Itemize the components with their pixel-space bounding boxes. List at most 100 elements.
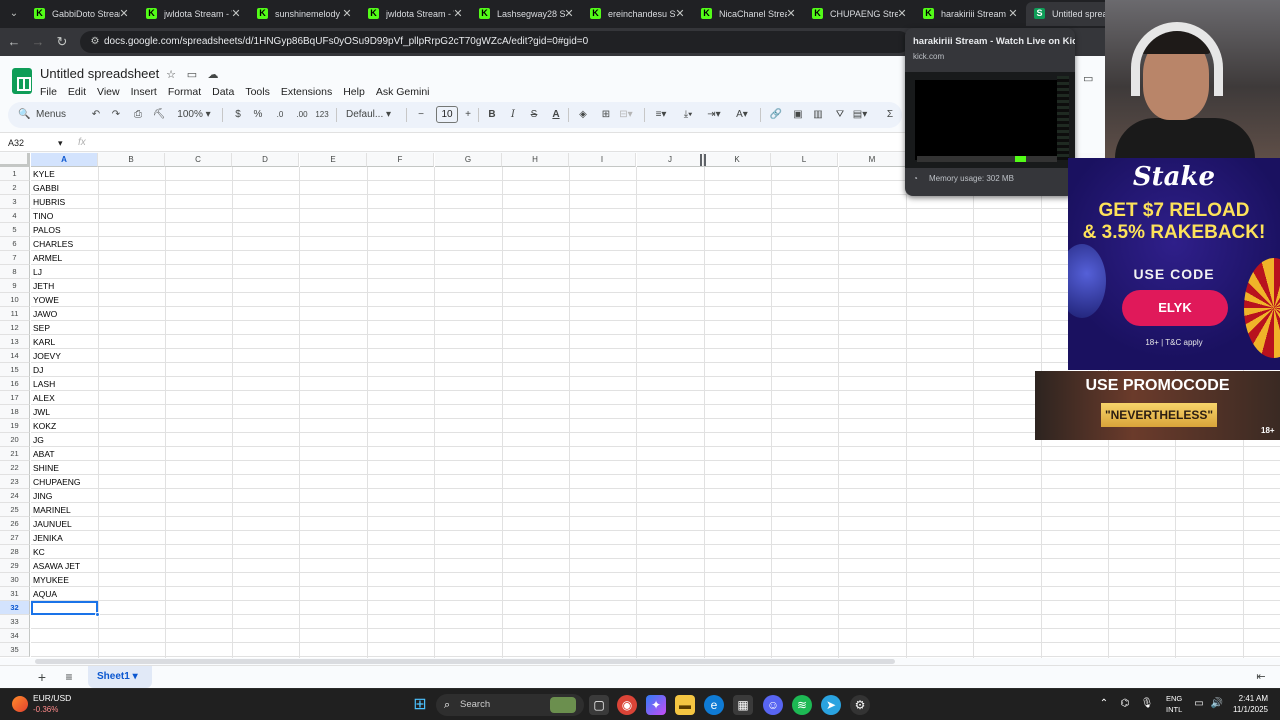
row-header[interactable]: 11 (0, 307, 30, 321)
windows-start-icon[interactable]: ⊞ (410, 695, 430, 715)
tab-search-icon[interactable]: ⌄ (6, 6, 22, 22)
insert-link-icon[interactable]: 🔗 (768, 106, 784, 124)
fx-pair-label[interactable]: EUR/USD (33, 693, 71, 703)
column-header[interactable]: H (502, 153, 569, 167)
cell-a[interactable]: TINO (31, 209, 98, 223)
insert-comment-icon[interactable]: ▣ (790, 106, 806, 124)
row-header[interactable]: 5 (0, 223, 30, 237)
cell-a[interactable]: PALOS (31, 223, 98, 237)
menu-item[interactable]: Tools (245, 83, 270, 101)
percent-format-button[interactable]: % (250, 106, 266, 124)
undo-icon[interactable]: ↶ (88, 106, 104, 124)
column-header[interactable]: A (31, 153, 98, 167)
row-header[interactable]: 18 (0, 405, 30, 419)
forward-icon[interactable]: → (30, 34, 46, 50)
clock-date[interactable]: 11/1/2025 (1226, 705, 1268, 714)
menu-item[interactable]: Ask Gemini (376, 83, 430, 101)
column-header[interactable]: J (637, 153, 704, 167)
row-header[interactable]: 35 (0, 643, 30, 657)
chrome-icon[interactable]: ◉ (617, 695, 637, 715)
cell-a[interactable]: LASH (31, 377, 98, 391)
column-header[interactable]: M (839, 153, 906, 167)
menu-item[interactable]: Insert (131, 83, 157, 101)
cell-a[interactable]: ASAWA JET (31, 559, 98, 573)
browser-tab[interactable]: Kjwldota Stream - W✕ (360, 2, 468, 26)
cell-a[interactable]: JAWO (31, 307, 98, 321)
increase-decimal-button[interactable]: .00 (294, 106, 310, 124)
borders-icon[interactable]: ⊞ (598, 106, 614, 124)
row-header[interactable]: 31 (0, 587, 30, 601)
row-header[interactable]: 1 (0, 167, 30, 181)
row-header[interactable]: 30 (0, 573, 30, 587)
fill-color-icon[interactable]: ◈ (575, 106, 591, 124)
row-header[interactable]: 2 (0, 181, 30, 195)
row-header[interactable]: 13 (0, 335, 30, 349)
column-header[interactable]: G (435, 153, 502, 167)
row-header[interactable]: 3 (0, 195, 30, 209)
italic-icon[interactable]: I (505, 106, 521, 124)
row-header[interactable]: 33 (0, 615, 30, 629)
network-icon[interactable]: ⌬ (1118, 697, 1132, 711)
row-header[interactable]: 22 (0, 461, 30, 475)
decrease-decimal-button[interactable]: .0 (272, 106, 288, 124)
row-header[interactable]: 25 (0, 503, 30, 517)
star-icon[interactable]: ☆ (164, 68, 178, 82)
column-header[interactable]: K (704, 153, 771, 167)
row-header[interactable]: 15 (0, 363, 30, 377)
paint-format-icon[interactable]: ⛏ (151, 106, 167, 124)
taskbar-search[interactable]: ⌕ Search (436, 694, 584, 716)
keyboard-layout-indicator[interactable]: INTL (1166, 705, 1182, 714)
browser-tab[interactable]: Kereinchandesu Str ✕ (582, 2, 690, 26)
reload-icon[interactable]: ↻ (54, 34, 70, 50)
cell-a[interactable]: LJ (31, 265, 98, 279)
vertical-align-icon[interactable]: ⤓▾ (680, 106, 696, 124)
text-wrap-icon[interactable]: ⇥▾ (706, 106, 722, 124)
row-header[interactable]: 6 (0, 237, 30, 251)
horizontal-align-icon[interactable]: ≡▾ (653, 106, 669, 124)
row-header[interactable]: 4 (0, 209, 30, 223)
name-box[interactable]: A32 ▾ (8, 133, 68, 153)
volume-icon[interactable]: 🔊 (1210, 697, 1224, 711)
currency-format-button[interactable]: $ (230, 106, 246, 124)
cell-a[interactable]: MYUKEE (31, 573, 98, 587)
tab-close-icon[interactable]: ✕ (674, 2, 686, 26)
column-header[interactable]: I (569, 153, 636, 167)
text-rotation-icon[interactable]: A▾ (734, 106, 750, 124)
cell-a[interactable]: YOWE (31, 293, 98, 307)
decrease-font-size-icon[interactable]: − (413, 106, 429, 124)
cell-a[interactable]: JING (31, 489, 98, 503)
back-icon[interactable]: ← (6, 34, 22, 50)
display-icon[interactable]: ▭ (1192, 697, 1206, 711)
row-header[interactable]: 9 (0, 279, 30, 293)
strikethrough-icon[interactable]: S (526, 106, 542, 124)
cell-a[interactable]: ABAT (31, 447, 98, 461)
row-header[interactable]: 26 (0, 517, 30, 531)
cell-a[interactable]: JG (31, 433, 98, 447)
cell-a[interactable]: CHUPAENG (31, 475, 98, 489)
column-header[interactable]: F (367, 153, 434, 167)
column-header[interactable]: L (771, 153, 838, 167)
functions-icon[interactable]: Σ (882, 106, 898, 124)
row-header[interactable]: 17 (0, 391, 30, 405)
cell-a[interactable]: CHARLES (31, 237, 98, 251)
explore-collapse-icon[interactable]: ⇤ (1254, 669, 1268, 685)
browser-tab[interactable]: K CHUPAENG Strea ✕ (804, 2, 912, 26)
row-header[interactable]: 29 (0, 559, 30, 573)
microphone-icon[interactable]: 🎙 (1140, 697, 1154, 711)
stock-widget-icon[interactable] (12, 696, 28, 712)
cell-a[interactable]: HUBRIS (31, 195, 98, 209)
tab-close-icon[interactable]: ✕ (785, 2, 797, 26)
row-header[interactable]: 8 (0, 265, 30, 279)
cell-a[interactable]: JAUNUEL (31, 517, 98, 531)
omnibox[interactable]: ⚙ docs.google.com/spreadsheets/d/1HNGyp8… (80, 31, 910, 53)
copilot-icon[interactable]: ✦ (646, 695, 666, 715)
cell-a[interactable]: JWL (31, 405, 98, 419)
bold-icon[interactable]: B (484, 106, 500, 124)
cell-a[interactable]: KC (31, 545, 98, 559)
clock-time[interactable]: 2:41 AM (1232, 694, 1268, 703)
row-header[interactable]: 10 (0, 293, 30, 307)
cell-a[interactable] (31, 615, 98, 629)
tab-close-icon[interactable]: ✕ (452, 2, 464, 26)
menu-item[interactable]: View (97, 83, 120, 101)
steam-icon[interactable]: ⚙ (850, 695, 870, 715)
